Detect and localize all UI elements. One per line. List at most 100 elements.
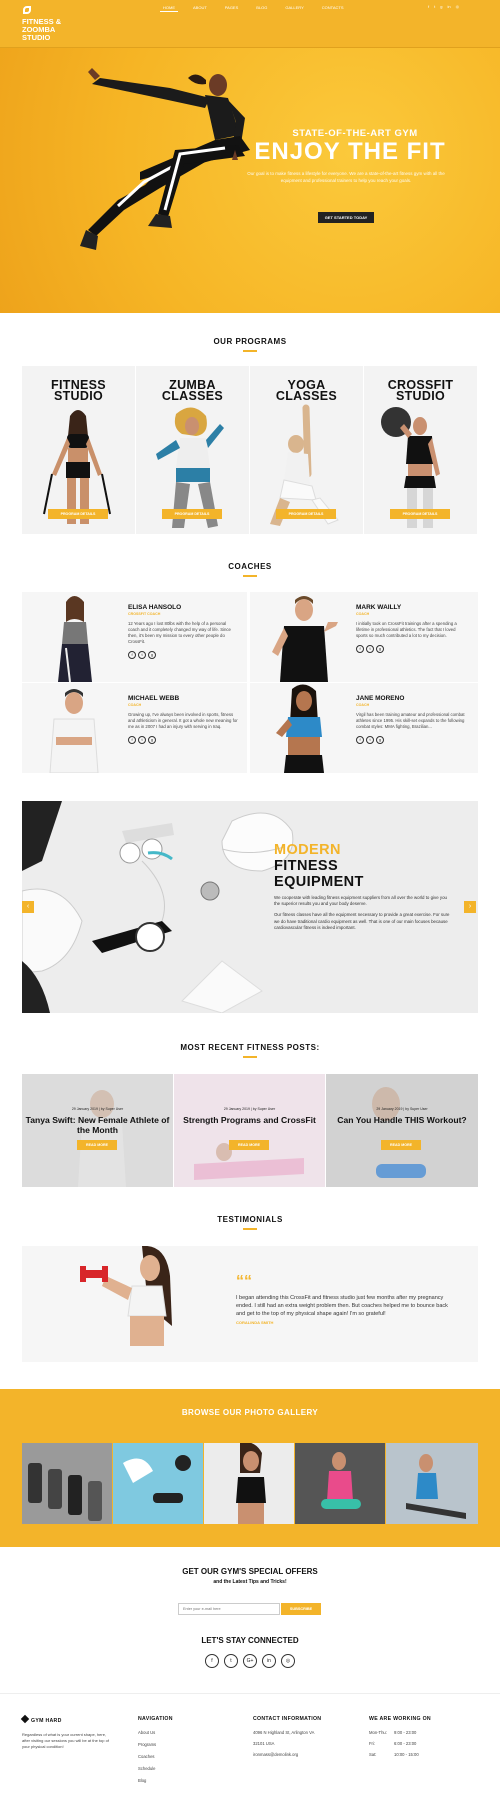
equipment-title-line: MODERN bbox=[274, 842, 341, 858]
twitter-icon[interactable]: t bbox=[434, 4, 435, 9]
footer-hours-list: Mon-Thu: 9:00 - 23:00 Fri: 6:00 - 23:00 Sa… bbox=[369, 1729, 431, 1758]
post-card[interactable]: 29 January 2019 | by Super User Tanya Sw… bbox=[22, 1074, 173, 1187]
facebook-icon[interactable]: f bbox=[356, 736, 364, 744]
slider-next-arrow-icon[interactable]: › bbox=[464, 901, 476, 913]
hours-day: Fri: bbox=[369, 1741, 376, 1746]
twitter-icon[interactable]: t bbox=[366, 736, 374, 744]
gallery-photo[interactable] bbox=[386, 1443, 478, 1524]
gallery-photo[interactable] bbox=[22, 1443, 112, 1524]
twitter-icon[interactable]: t bbox=[366, 645, 374, 653]
nav-home[interactable]: HOME bbox=[160, 4, 178, 12]
coach-info: ELISA HANSOLO CROSSFIT COACH 12 Years ag… bbox=[128, 604, 238, 659]
program-card[interactable]: CROSSFIT STUDIO PROGRAM DETAILS bbox=[364, 366, 477, 534]
coach-card[interactable]: JANE MORENO COACH Virgil has been traini… bbox=[250, 683, 478, 773]
program-card[interactable]: YOGA CLASSES PROGRAM DETAILS bbox=[250, 366, 363, 534]
post-image bbox=[174, 1074, 325, 1187]
footer-nav-link[interactable]: Blog bbox=[138, 1777, 173, 1784]
coach-card[interactable]: MICHAEL WEBB COACH Growing up, I've alwa… bbox=[22, 683, 247, 773]
quote-icon: ““ bbox=[236, 1273, 252, 1290]
program-details-button[interactable]: PROGRAM DETAILS bbox=[162, 509, 222, 519]
google-plus-icon[interactable]: G+ bbox=[243, 1654, 257, 1668]
program-details-button[interactable]: PROGRAM DETAILS bbox=[276, 509, 336, 519]
get-started-button[interactable]: GET STARTED TODAY bbox=[318, 212, 374, 223]
footer-nav-link[interactable]: Coaches bbox=[138, 1753, 173, 1760]
coach-role: CROSSFIT COACH bbox=[128, 612, 161, 616]
brand-icon bbox=[20, 1714, 30, 1724]
footer-hours: WE ARE WORKING ON Mon-Thu: 9:00 - 23:00 F… bbox=[369, 1716, 431, 1758]
facebook-icon[interactable]: f bbox=[128, 651, 136, 659]
google-plus-icon[interactable]: g bbox=[376, 736, 384, 744]
dribbble-icon[interactable]: ◎ bbox=[456, 4, 460, 9]
nav-gallery[interactable]: GALLERY bbox=[282, 4, 306, 12]
connect-title: LET'S STAY CONNECTED bbox=[201, 1636, 299, 1645]
post-image bbox=[326, 1074, 478, 1187]
logo[interactable]: FITNESS & ZOOMBA STUDIO bbox=[22, 18, 82, 42]
post-title[interactable]: Strength Programs and CrossFit bbox=[174, 1115, 325, 1126]
footer-navigation: NAVIGATION About Us Programs Coaches Sch… bbox=[138, 1716, 173, 1784]
post-card[interactable]: 29 January 2019 | by Super User Can You … bbox=[326, 1074, 478, 1187]
nav-pages[interactable]: PAGES bbox=[222, 4, 242, 12]
header-social: f t g in ◎ bbox=[428, 4, 459, 9]
program-details-button[interactable]: PROGRAM DETAILS bbox=[390, 509, 450, 519]
equipment-paragraph: We cooperate with leading fitness equipm… bbox=[274, 895, 447, 907]
footer-brand[interactable]: GYM HARD bbox=[20, 1714, 112, 1724]
nav-about[interactable]: ABOUT bbox=[190, 4, 210, 12]
read-more-button[interactable]: READ MORE bbox=[77, 1140, 117, 1150]
facebook-icon[interactable]: f bbox=[205, 1654, 219, 1668]
post-meta: 29 January 2019 | by Super User bbox=[71, 1107, 124, 1111]
post-title[interactable]: Tanya Swift: New Female Athlete of the M… bbox=[22, 1115, 173, 1135]
footer-nav-link[interactable]: Schedule bbox=[138, 1765, 173, 1772]
twitter-icon[interactable]: t bbox=[138, 736, 146, 744]
footer-contact: CONTACT INFORMATION 4096 N Highland St, … bbox=[253, 1716, 321, 1758]
coach-bio: 12 Years ago I lost 80lbs with the help … bbox=[128, 621, 231, 644]
nav-contacts[interactable]: CONTACTS bbox=[319, 4, 347, 12]
program-title: FITNESS STUDIO bbox=[22, 379, 135, 403]
post-card[interactable]: 29 January 2019 | by Super User Strength… bbox=[174, 1074, 325, 1187]
program-title-line: STUDIO bbox=[53, 389, 104, 403]
footer-nav-list: About Us Programs Coaches Schedule Blog bbox=[138, 1729, 173, 1784]
hours-time: 6:00 - 23:00 bbox=[394, 1741, 417, 1746]
coach-card[interactable]: ELISA HANSOLO CROSSFIT COACH 12 Years ag… bbox=[22, 592, 247, 682]
program-details-button[interactable]: PROGRAM DETAILS bbox=[48, 509, 108, 519]
programs-title: OUR PROGRAMS bbox=[0, 337, 500, 352]
logo-icon[interactable] bbox=[23, 6, 31, 14]
google-plus-icon[interactable]: g bbox=[440, 4, 442, 9]
gallery-photo[interactable] bbox=[204, 1443, 294, 1524]
coach-photo bbox=[49, 689, 99, 773]
google-plus-icon[interactable]: g bbox=[148, 651, 156, 659]
footer-nav-link[interactable]: About Us bbox=[138, 1729, 173, 1736]
gallery-photo[interactable] bbox=[295, 1443, 385, 1524]
post-title[interactable]: Can You Handle THIS Workout? bbox=[326, 1115, 478, 1126]
coach-card[interactable]: MARK WAILLY COACH I initially took on Cr… bbox=[250, 592, 478, 682]
hero-text: Our goal is to make fitness a lifestyle … bbox=[247, 171, 445, 183]
subscribe-button[interactable]: SUBSCRIBE bbox=[281, 1603, 321, 1615]
twitter-icon[interactable]: t bbox=[224, 1654, 238, 1668]
email-input[interactable] bbox=[178, 1603, 280, 1615]
coach-info: MARK WAILLY COACH I initially took on Cr… bbox=[356, 604, 466, 653]
linkedin-icon[interactable]: in bbox=[262, 1654, 276, 1668]
nav-blog[interactable]: BLOG bbox=[253, 4, 270, 12]
gallery-photo[interactable] bbox=[113, 1443, 203, 1524]
posts-title: MOST RECENT FITNESS POSTS: bbox=[0, 1043, 500, 1058]
google-plus-icon[interactable]: g bbox=[148, 736, 156, 744]
program-card[interactable]: ZUMBA CLASSES PROGRAM DETAILS bbox=[136, 366, 249, 534]
instagram-icon[interactable]: ◎ bbox=[281, 1654, 295, 1668]
linkedin-icon[interactable]: in bbox=[447, 4, 450, 9]
google-plus-icon[interactable]: g bbox=[376, 645, 384, 653]
coaches-title: COACHES bbox=[0, 562, 500, 577]
read-more-button[interactable]: READ MORE bbox=[381, 1140, 421, 1150]
facebook-icon[interactable]: f bbox=[128, 736, 136, 744]
facebook-icon[interactable]: f bbox=[428, 4, 429, 9]
coach-social: ftg bbox=[128, 651, 238, 659]
testimonial-author: CORALINDA SMITH bbox=[236, 1320, 274, 1325]
hours-row: Fri: 6:00 - 23:00 bbox=[369, 1740, 431, 1747]
twitter-icon[interactable]: t bbox=[138, 651, 146, 659]
slider-prev-arrow-icon[interactable]: ‹ bbox=[22, 901, 34, 913]
footer-nav-link[interactable]: Programs bbox=[138, 1741, 173, 1748]
program-card[interactable]: FITNESS STUDIO PROGRAM DETAILS bbox=[22, 366, 135, 534]
footer-brand-text: GYM HARD bbox=[31, 1718, 62, 1724]
facebook-icon[interactable]: f bbox=[356, 645, 364, 653]
read-more-button[interactable]: READ MORE bbox=[229, 1140, 269, 1150]
footer-email[interactable]: ironmass@demolink.org bbox=[253, 1751, 321, 1758]
logo-line: STUDIO bbox=[22, 33, 51, 42]
